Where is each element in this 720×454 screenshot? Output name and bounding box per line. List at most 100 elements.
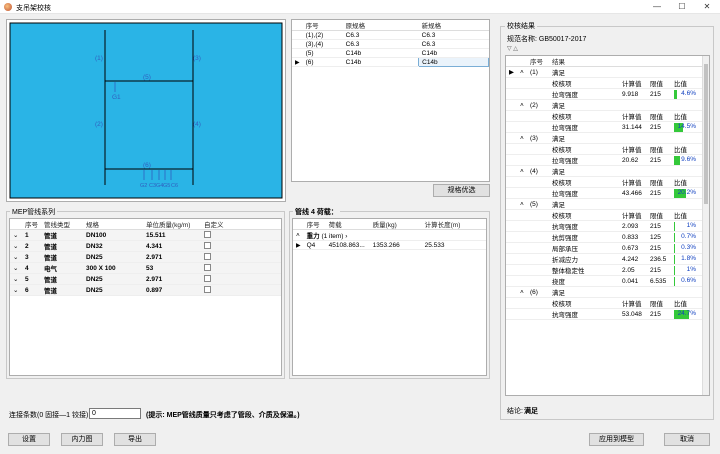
spec-table: 序号 原规格 新规格 (1),(2) C6.3 C6.3 (3),(4) C6.… (292, 20, 489, 67)
custom-checkbox[interactable] (204, 242, 211, 250)
table-row[interactable]: ▶ Q4 45108.863... 1353.266 25.533 (293, 240, 486, 250)
conclusion-value: 满足 (524, 408, 538, 415)
custom-checkbox[interactable] (204, 275, 211, 283)
expand-chevron-icon[interactable]: ⌄ (10, 251, 22, 263)
cancel-button[interactable]: 取消 (664, 433, 710, 446)
col-header-no: 序号 (302, 20, 343, 31)
collapse-icon[interactable]: ˄ (517, 132, 527, 144)
member-label-5: (5) (143, 74, 151, 81)
check-item-row[interactable]: 折减应力 4.242 236.5 1.8% (506, 253, 702, 265)
col-header-new-spec: 新规格 (418, 20, 489, 31)
svg-text:G5: G5 (163, 183, 170, 189)
app-icon (4, 3, 12, 11)
table-row[interactable]: ⌄ 6 管道 DN25 0.897 (10, 284, 281, 296)
custom-checkbox[interactable] (204, 286, 211, 294)
check-item-row[interactable]: 拉弯强度 9.918 215 4.6% (506, 88, 702, 100)
ratio-bar (674, 276, 675, 286)
collapse-icon[interactable]: ˄ (517, 286, 527, 298)
result-section-row[interactable]: ˄ (2) 满足 (506, 99, 702, 111)
connection-count-label: 连接条数(0 固接—1 铰接): (9, 412, 91, 419)
ratio-bar (674, 221, 675, 231)
export-button[interactable]: 导出 (114, 433, 156, 446)
support-frame-drawing[interactable]: (1) (3) (5) (2) (4) (6) G1 G2 C3 G4 G5 C… (7, 20, 285, 201)
table-row[interactable]: ⌄ 3 管道 DN25 2.971 (10, 251, 281, 263)
mep-group-title: MEP管线系列 (10, 207, 58, 217)
check-item-row[interactable]: 挠度 0.041 6.535 0.6% (506, 275, 702, 287)
load-table: 序号 荷载 质量(kg) 计算长度(m) ˄ 重力 (1 item) › ▶ Q… (293, 219, 486, 250)
spec-table-panel: 序号 原规格 新规格 (1),(2) C6.3 C6.3 (3),(4) C6.… (291, 19, 490, 182)
close-icon[interactable]: ✕ (697, 1, 717, 13)
window-title: 支吊架校核 (16, 5, 51, 12)
table-row-selected[interactable]: ▶ (6) C14b C14b (292, 57, 489, 67)
results-tree: 序号 结果 ▶ ˄ (1) 满足 校核项 计算值 限值 比值 拉弯强度 9.918 215 4.6% ˄ (2… (506, 56, 709, 320)
result-section-row[interactable]: ˄ (4) 满足 (506, 165, 702, 177)
mep-table-panel: 序号 管线类型 规格 单位质量(kg/m) 自定义 ⌄ 1 管道 DN100 1… (9, 218, 282, 376)
expand-collapse-icons[interactable]: ▽ △ (507, 45, 518, 52)
member-label-4: (4) (193, 121, 201, 128)
settings-button[interactable]: 设置 (8, 433, 50, 446)
maximize-icon[interactable]: ☐ (672, 1, 692, 13)
custom-checkbox[interactable] (204, 264, 211, 272)
minimize-icon[interactable]: — (647, 1, 667, 13)
expand-chevron-icon[interactable]: ⌄ (10, 284, 22, 296)
load-group-title: 管线 4 荷载： (293, 207, 340, 217)
ratio-bar (674, 155, 680, 165)
table-row[interactable]: (3),(4) C6.3 C6.3 (292, 39, 489, 49)
load-table-panel: 序号 荷载 质量(kg) 计算长度(m) ˄ 重力 (1 item) › ▶ Q… (292, 218, 487, 376)
member-label-1: (1) (95, 55, 103, 62)
col-header-old-spec: 原规格 (342, 20, 419, 31)
connection-count-input[interactable] (89, 408, 141, 419)
ratio-bar (674, 243, 675, 253)
conclusion-label: 结论: (507, 408, 523, 415)
expand-chevron-icon[interactable]: ⌄ (10, 273, 22, 285)
results-scrollbar[interactable] (702, 56, 709, 395)
apply-to-model-button[interactable]: 应用到模型 (589, 433, 644, 446)
drawing-panel: (1) (3) (5) (2) (4) (6) G1 G2 C3 G4 G5 C… (6, 19, 286, 202)
table-row[interactable]: ⌄ 2 管道 DN32 4.341 (10, 240, 281, 252)
collapse-icon[interactable]: ˄ (517, 66, 527, 78)
check-item-row[interactable]: 整体稳定性 2.05 215 1% (506, 264, 702, 276)
check-item-row[interactable]: 抗剪强度 0.833 125 0.7% (506, 231, 702, 243)
check-item-row[interactable]: 抗弯强度 53.048 215 24.7% (506, 308, 702, 320)
svg-text:C3: C3 (149, 183, 156, 189)
node-label-g1: G1 (112, 94, 121, 101)
ratio-bar (674, 89, 677, 99)
expand-chevron-icon[interactable]: ⌄ (10, 229, 22, 241)
table-row[interactable]: (1),(2) C6.3 C6.3 (292, 30, 489, 40)
result-section-row[interactable]: ˄ (5) 满足 (506, 198, 702, 210)
collapse-icon[interactable]: ˄ (517, 165, 527, 177)
table-row[interactable]: ⌄ 5 管道 DN25 2.971 (10, 273, 281, 285)
custom-checkbox[interactable] (204, 253, 211, 261)
optimize-spec-button[interactable]: 规格优选 (433, 184, 490, 197)
check-item-row[interactable]: 拉弯强度 43.466 215 20.2% (506, 187, 702, 199)
table-row[interactable]: ⌄ 4 电气 300 X 100 53 (10, 262, 281, 274)
load-group-row[interactable]: ˄ 重力 (1 item) › (293, 229, 486, 241)
member-label-2: (2) (95, 121, 103, 128)
check-item-row[interactable]: 抗弯强度 2.093 215 1% (506, 220, 702, 232)
custom-checkbox[interactable] (204, 231, 211, 239)
expand-chevron-icon[interactable]: ⌄ (10, 262, 22, 274)
table-row[interactable]: (5) C14b C14b (292, 48, 489, 58)
result-section-row[interactable]: ˄ (3) 满足 (506, 132, 702, 144)
table-row[interactable]: ⌄ 1 管道 DN100 15.511 (10, 229, 281, 241)
collapse-icon[interactable]: ˄ (517, 99, 527, 111)
chevron-right-icon: › (345, 233, 348, 240)
expand-chevron-icon[interactable]: ⌄ (10, 240, 22, 252)
check-item-row[interactable]: 局部承压 0.673 215 0.3% (506, 242, 702, 254)
collapse-icon[interactable]: ˄ (517, 198, 527, 210)
check-item-row[interactable]: 拉弯强度 31.144 215 14.5% (506, 121, 702, 133)
internal-force-button[interactable]: 内力图 (61, 433, 103, 446)
result-section-row[interactable]: ˄ (6) 满足 (506, 286, 702, 298)
check-item-row[interactable]: 拉弯强度 20.62 215 9.6% (506, 154, 702, 166)
results-tree-panel: 序号 结果 ▶ ˄ (1) 满足 校核项 计算值 限值 比值 拉弯强度 9.918 215 4.6% ˄ (2… (505, 55, 710, 396)
mep-table: 序号 管线类型 规格 单位质量(kg/m) 自定义 ⌄ 1 管道 DN100 1… (10, 219, 281, 296)
svg-text:C6: C6 (171, 183, 178, 189)
scrollbar-thumb[interactable] (704, 64, 708, 204)
title-bar: 支吊架校核 — ☐ ✕ (0, 0, 720, 14)
svg-text:G2: G2 (140, 183, 147, 189)
ratio-bar (674, 254, 675, 264)
ratio-bar (674, 232, 675, 242)
result-section-row[interactable]: ▶ ˄ (1) 满足 (506, 66, 702, 78)
collapse-icon[interactable]: ˄ (293, 229, 304, 241)
results-group-title: 校核结果 (505, 21, 537, 31)
